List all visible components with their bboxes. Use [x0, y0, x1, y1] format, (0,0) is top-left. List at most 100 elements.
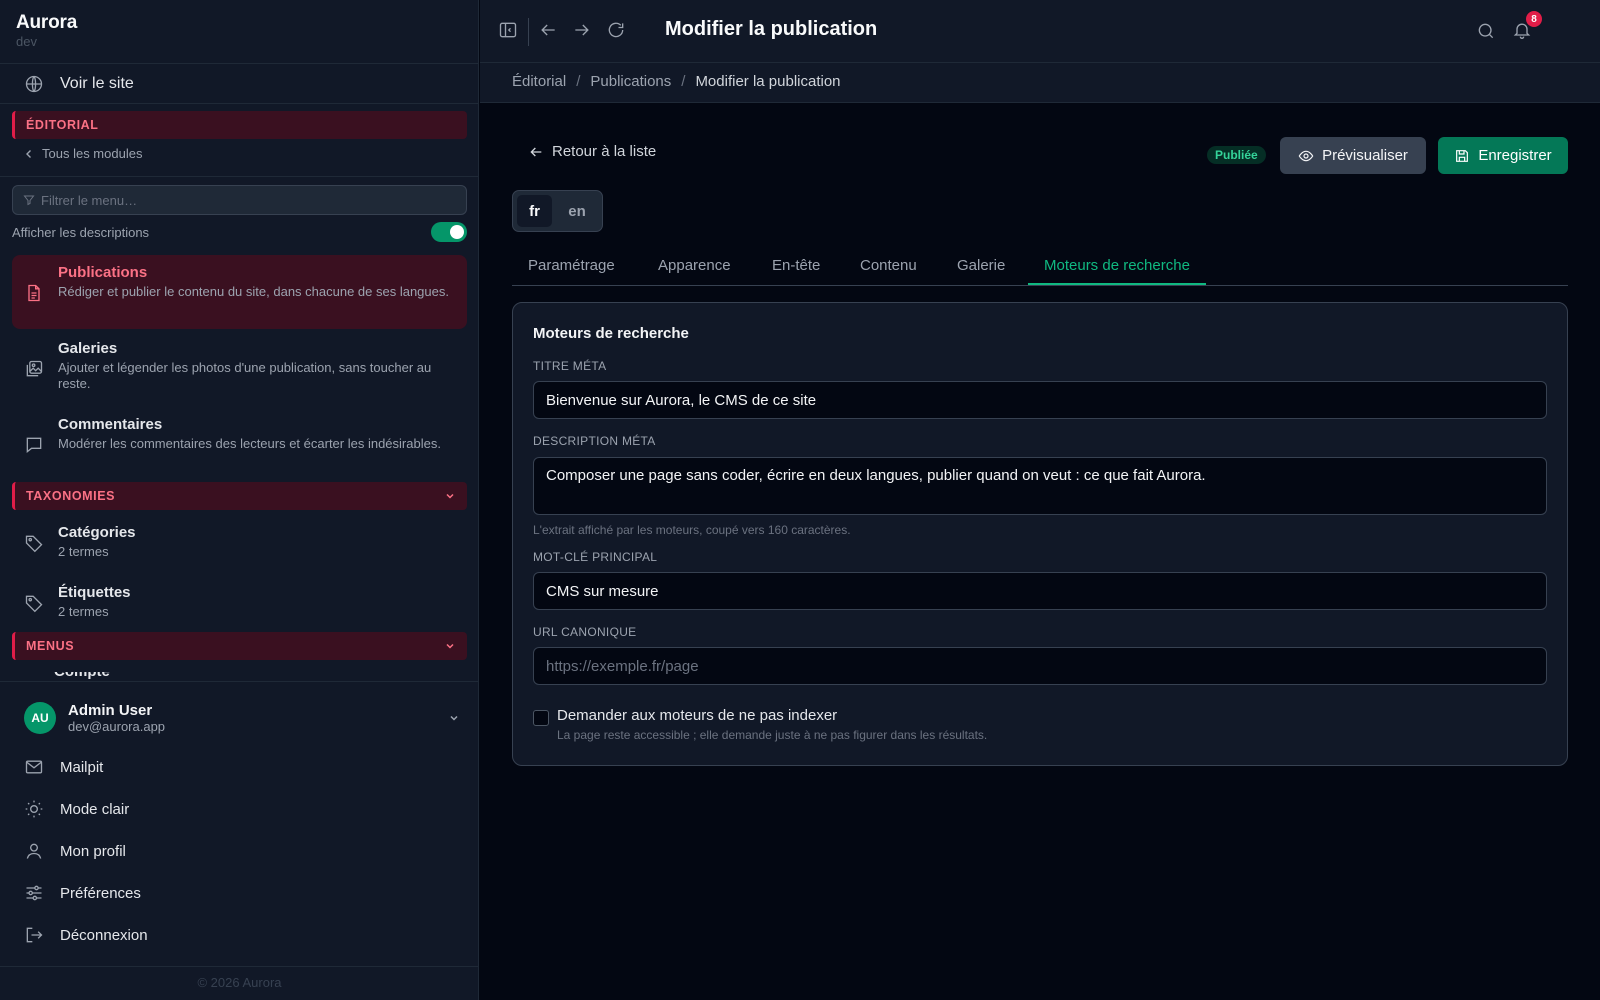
- logout-icon: [24, 925, 44, 945]
- sidebar-item-galeries[interactable]: Galeries Ajouter et légender les photos …: [12, 331, 467, 405]
- divider: [0, 103, 479, 104]
- sidebar-item-title: Commentaires: [58, 416, 163, 433]
- logout-label: Déconnexion: [60, 926, 148, 944]
- sidebar-item-desc: 2 termes: [58, 604, 109, 619]
- canonical-url-label: URL CANONIQUE: [533, 625, 637, 639]
- breadcrumb-bar: Éditorial / Publications / Modifier la p…: [480, 63, 1600, 103]
- tab-moteurs-de-recherche[interactable]: Moteurs de recherche: [1028, 257, 1206, 285]
- notification-badge: 8: [1526, 11, 1542, 27]
- save-label: Enregistrer: [1478, 147, 1552, 164]
- forward-arrow-icon[interactable]: [572, 20, 592, 40]
- mailpit-link[interactable]: Mailpit: [24, 757, 103, 777]
- tab-parametrage[interactable]: Paramétrage: [528, 257, 615, 285]
- seo-card: Moteurs de recherche TITRE MÉTA DESCRIPT…: [512, 302, 1568, 766]
- user-menu[interactable]: AU Admin User dev@aurora.app: [24, 702, 459, 734]
- language-tab-en[interactable]: en: [556, 195, 598, 227]
- tab-contenu[interactable]: Contenu: [860, 257, 917, 285]
- canonical-url-input[interactable]: [533, 647, 1547, 685]
- group-editorial[interactable]: ÉDITORIAL: [12, 111, 467, 139]
- noindex-help: La page reste accessible ; elle demande …: [557, 728, 988, 742]
- divider: [0, 63, 479, 64]
- sidebar-item-publications[interactable]: Publications Rédiger et publier le conte…: [12, 255, 467, 329]
- preview-button[interactable]: Prévisualiser: [1280, 137, 1426, 174]
- meta-description-textarea[interactable]: Composer une page sans coder, écrire en …: [533, 457, 1547, 515]
- user-icon: [24, 841, 44, 861]
- sidebar-item-title: Compte: [54, 672, 110, 680]
- show-descriptions-label: Afficher les descriptions: [12, 224, 150, 240]
- eye-icon: [1298, 148, 1314, 164]
- logout-link[interactable]: Déconnexion: [24, 925, 148, 945]
- chevron-down-icon: [449, 713, 459, 723]
- show-descriptions-row: Afficher les descriptions: [12, 222, 467, 242]
- group-menus[interactable]: MENUS: [12, 632, 467, 660]
- language-tab-fr[interactable]: fr: [517, 195, 552, 227]
- menu-filter: [12, 185, 467, 215]
- user-email: dev@aurora.app: [68, 719, 166, 734]
- meta-description-label: DESCRIPTION MÉTA: [533, 434, 656, 448]
- sidebar-item-commentaires[interactable]: Commentaires Modérer les commentaires de…: [12, 407, 467, 481]
- sun-icon: [24, 799, 44, 819]
- tag-icon: [24, 583, 44, 625]
- sidebar-item-desc: Rédiger et publier le contenu du site, d…: [58, 284, 449, 299]
- keyword-input[interactable]: [533, 572, 1547, 610]
- gallery-icon: [24, 339, 44, 397]
- document-icon: [24, 263, 44, 321]
- brand-name: Aurora: [16, 12, 78, 33]
- sidebar: Aurora dev Voir le site ÉDITORIAL Tous l…: [0, 0, 479, 1000]
- search-icon[interactable]: [1476, 21, 1496, 41]
- topbar: Modifier la publication 8: [480, 0, 1600, 63]
- all-modules-link[interactable]: Tous les modules: [24, 146, 142, 161]
- noindex-option: Demander aux moteurs de ne pas indexer L…: [533, 707, 987, 742]
- breadcrumb-item[interactable]: Publications: [590, 73, 671, 90]
- filter-icon: [23, 194, 35, 206]
- view-site-link[interactable]: Voir le site: [24, 72, 134, 96]
- globe-icon: [24, 74, 44, 94]
- brand-env: dev: [16, 34, 37, 49]
- arrow-left-icon: [528, 144, 544, 160]
- meta-title-label: TITRE MÉTA: [533, 359, 607, 373]
- noindex-checkbox[interactable]: [533, 710, 549, 726]
- divider: [0, 966, 479, 967]
- brand[interactable]: Aurora dev: [16, 12, 77, 49]
- chevron-left-icon: [24, 149, 34, 159]
- sidebar-item-title: Galeries: [58, 340, 118, 357]
- menu-filter-input[interactable]: [41, 192, 441, 208]
- refresh-icon[interactable]: [606, 20, 626, 40]
- back-arrow-icon[interactable]: [538, 20, 558, 40]
- sidebar-item-desc: Ajouter et légender les photos d'une pub…: [58, 360, 432, 391]
- sidebar-item-title: Catégories: [58, 524, 136, 541]
- view-site-label: Voir le site: [60, 75, 134, 92]
- mail-icon: [24, 757, 44, 777]
- profile-link[interactable]: Mon profil: [24, 841, 126, 861]
- breadcrumb-separator: /: [576, 73, 581, 90]
- keyword-label: MOT-CLÉ PRINCIPAL: [533, 550, 658, 564]
- copyright: © 2026 Aurora: [197, 975, 282, 990]
- breadcrumb: Éditorial / Publications / Modifier la p…: [512, 73, 841, 90]
- breadcrumb-separator: /: [681, 73, 686, 90]
- sidebar-toggle-icon[interactable]: [498, 20, 518, 40]
- save-button[interactable]: Enregistrer: [1438, 137, 1568, 174]
- sidebar-item-categories[interactable]: Catégories 2 termes: [12, 515, 467, 573]
- breadcrumb-current: Modifier la publication: [695, 73, 841, 90]
- tab-en-tete[interactable]: En-tête: [772, 257, 820, 285]
- light-mode-toggle[interactable]: Mode clair: [24, 799, 129, 819]
- back-to-list-link[interactable]: Retour à la liste: [528, 143, 656, 160]
- noindex-label: Demander aux moteurs de ne pas indexer: [557, 707, 838, 724]
- sidebar-item-desc: Modérer les commentaires des lecteurs et…: [58, 436, 441, 451]
- tab-galerie[interactable]: Galerie: [957, 257, 1005, 285]
- tab-apparence[interactable]: Apparence: [658, 257, 731, 285]
- sidebar-item-etiquettes[interactable]: Étiquettes 2 termes: [12, 575, 467, 633]
- breadcrumb-item[interactable]: Éditorial: [512, 73, 566, 90]
- language-switcher: fr en: [512, 190, 603, 232]
- tabs: Paramétrage Apparence En-tête Contenu Ga…: [512, 255, 1568, 286]
- sidebar-item-title: Publications: [58, 264, 148, 281]
- avatar: AU: [24, 702, 56, 734]
- meta-title-input[interactable]: [533, 381, 1547, 419]
- chevron-down-icon: [445, 491, 455, 501]
- page-title: Modifier la publication: [665, 18, 878, 40]
- group-taxonomies[interactable]: TAXONOMIES: [12, 482, 467, 510]
- profile-label: Mon profil: [60, 842, 126, 860]
- preferences-label: Préférences: [60, 884, 141, 902]
- show-descriptions-toggle[interactable]: [431, 222, 467, 242]
- preferences-link[interactable]: Préférences: [24, 883, 141, 903]
